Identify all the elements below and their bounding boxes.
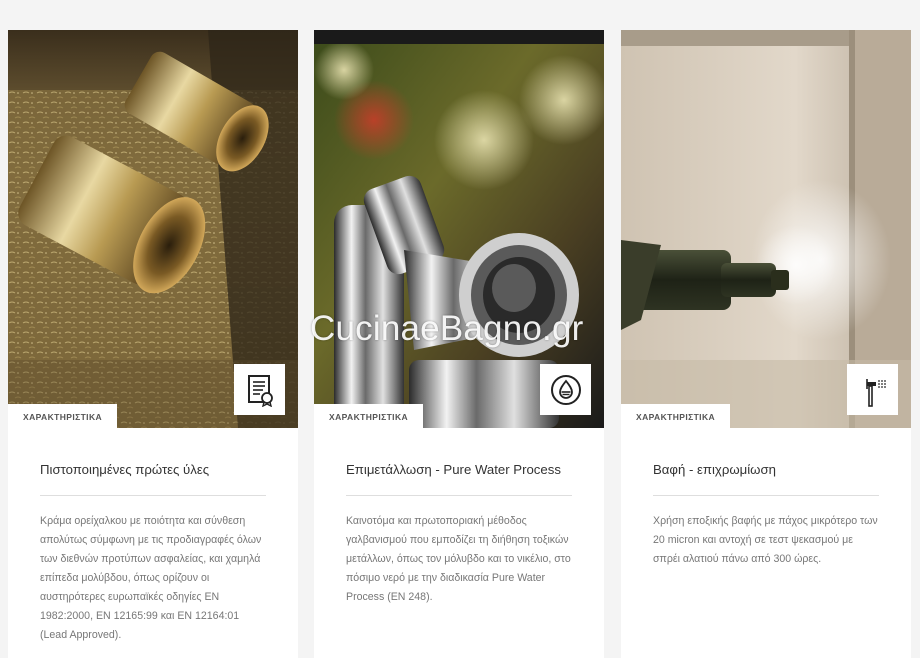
chrome-fitting-photo: ΧΑΡΑΚΤΗΡΙΣΤΙΚΑ [314, 30, 604, 428]
card-description: Καινοτόμα και πρωτοποριακή μέθοδος γαλβα… [346, 515, 571, 603]
spray-icon [847, 364, 898, 415]
card-description: Χρήση εποξικής βαφής με πάχος μικρότερο … [653, 515, 878, 565]
certificate-icon [234, 364, 285, 415]
divider [653, 495, 879, 496]
brass-parts-photo: ΧΑΡΑΚΤΗΡΙΣΤΙΚΑ [8, 30, 298, 428]
feature-tag: ΧΑΡΑΚΤΗΡΙΣΤΙΚΑ [8, 404, 118, 428]
card-title: Βαφή - επιχρωμίωση [653, 462, 776, 477]
feature-tag: ΧΑΡΑΚΤΗΡΙΣΤΙΚΑ [621, 404, 731, 428]
feature-card-certified-materials[interactable]: ΧΑΡΑΚΤΗΡΙΣΤΙΚΑ Πιστοποιημένες πρώτες ύλε… [8, 30, 298, 658]
card-description: Κράμα ορείχαλκου με ποιότητα και σύνθεση… [40, 515, 262, 641]
card-title: Πιστοποιημένες πρώτες ύλες [40, 462, 210, 477]
divider [346, 495, 572, 496]
card-title: Επιμετάλλωση - Pure Water Process [346, 462, 561, 477]
feature-card-coating[interactable]: ΧΑΡΑΚΤΗΡΙΣΤΙΚΑ Βαφή - επιχρωμίωση Χρήση … [621, 30, 911, 658]
feature-tag: ΧΑΡΑΚΤΗΡΙΣΤΙΚΑ [314, 404, 424, 428]
water-drop-icon [540, 364, 591, 415]
feature-card-pure-water-process[interactable]: ΧΑΡΑΚΤΗΡΙΣΤΙΚΑ Επιμετάλλωση - Pure Water… [314, 30, 604, 658]
salt-spray-photo: ΧΑΡΑΚΤΗΡΙΣΤΙΚΑ [621, 30, 911, 428]
divider [40, 495, 266, 496]
